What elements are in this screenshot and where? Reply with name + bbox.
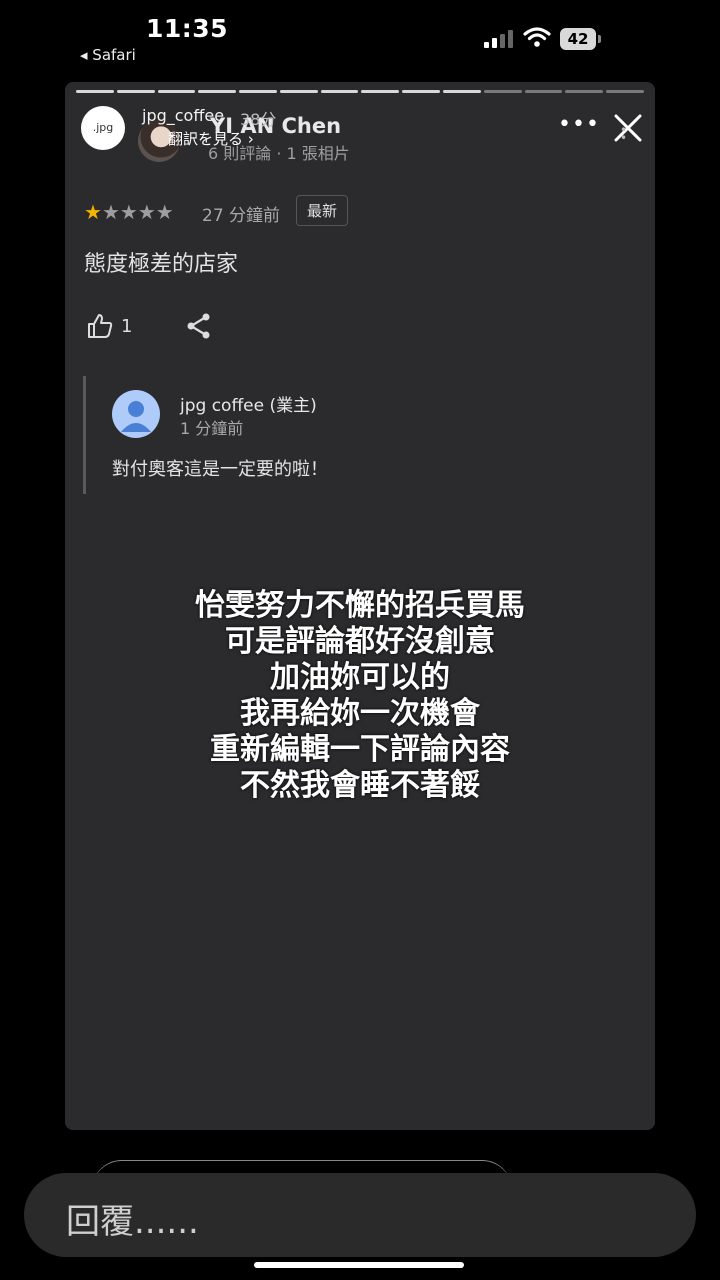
battery-tip <box>598 35 601 43</box>
star-icon: ★ <box>84 200 102 224</box>
star-icon: ★ <box>137 200 156 224</box>
review-time: 27 分鐘前 <box>202 206 281 226</box>
home-indicator <box>254 1262 464 1268</box>
vertical-more-icon: • • <box>620 123 628 145</box>
status-time: 11:35 <box>146 14 229 43</box>
thumbs-up-icon[interactable] <box>86 312 114 340</box>
star-rating: ★★★★★ <box>84 200 174 224</box>
story-account-name[interactable]: jpg_coffee <box>142 106 224 125</box>
more-options-button[interactable]: ••• <box>558 112 600 137</box>
caption-line: 可是評論都好沒創意 <box>225 624 495 659</box>
caption-line: 不然我會睡不著餒 <box>240 768 480 803</box>
story-account-avatar[interactable]: .jpg <box>81 106 125 150</box>
cellular-signal-icon <box>484 30 513 48</box>
share-icon[interactable] <box>186 312 212 340</box>
caption-line: 怡雯努力不懈的招兵買馬 <box>195 588 525 623</box>
owner-avatar-icon <box>112 390 160 438</box>
back-to-safari-link[interactable]: ◂ Safari <box>80 46 136 64</box>
story-posted-time: 38分 <box>240 110 277 129</box>
reply-thread-line <box>83 376 86 494</box>
story-caption: 怡雯努力不懈的招兵買馬 可是評論都好沒創意 加油妳可以的 我再給妳一次機會 重新… <box>65 588 655 804</box>
caption-line: 重新編輯一下評論內容 <box>210 732 510 767</box>
newest-badge: 最新 <box>296 195 349 226</box>
battery-level: 42 <box>560 28 596 50</box>
caption-line: 我再給妳一次機會 <box>240 696 480 731</box>
review-text: 態度極差的店家 <box>84 252 239 277</box>
like-count: 1 <box>121 316 133 337</box>
wifi-icon <box>523 27 551 47</box>
star-icon: ★ <box>119 200 138 224</box>
story-progress-bar <box>76 90 644 94</box>
star-icon: ★ <box>101 200 120 224</box>
owner-reply-text: 對付奧客這是一定要的啦！ <box>112 459 328 480</box>
caption-line: 加油妳可以的 <box>270 660 450 695</box>
reviewer-meta: 6 則評論 · 1 張相片 <box>208 144 350 163</box>
close-icon[interactable] <box>610 110 646 146</box>
reply-placeholder: 回覆...... <box>66 1202 199 1242</box>
star-icon: ★ <box>155 200 174 224</box>
owner-reply-time: 1 分鐘前 <box>180 419 244 438</box>
owner-name: jpg coffee (業主) <box>180 396 317 416</box>
